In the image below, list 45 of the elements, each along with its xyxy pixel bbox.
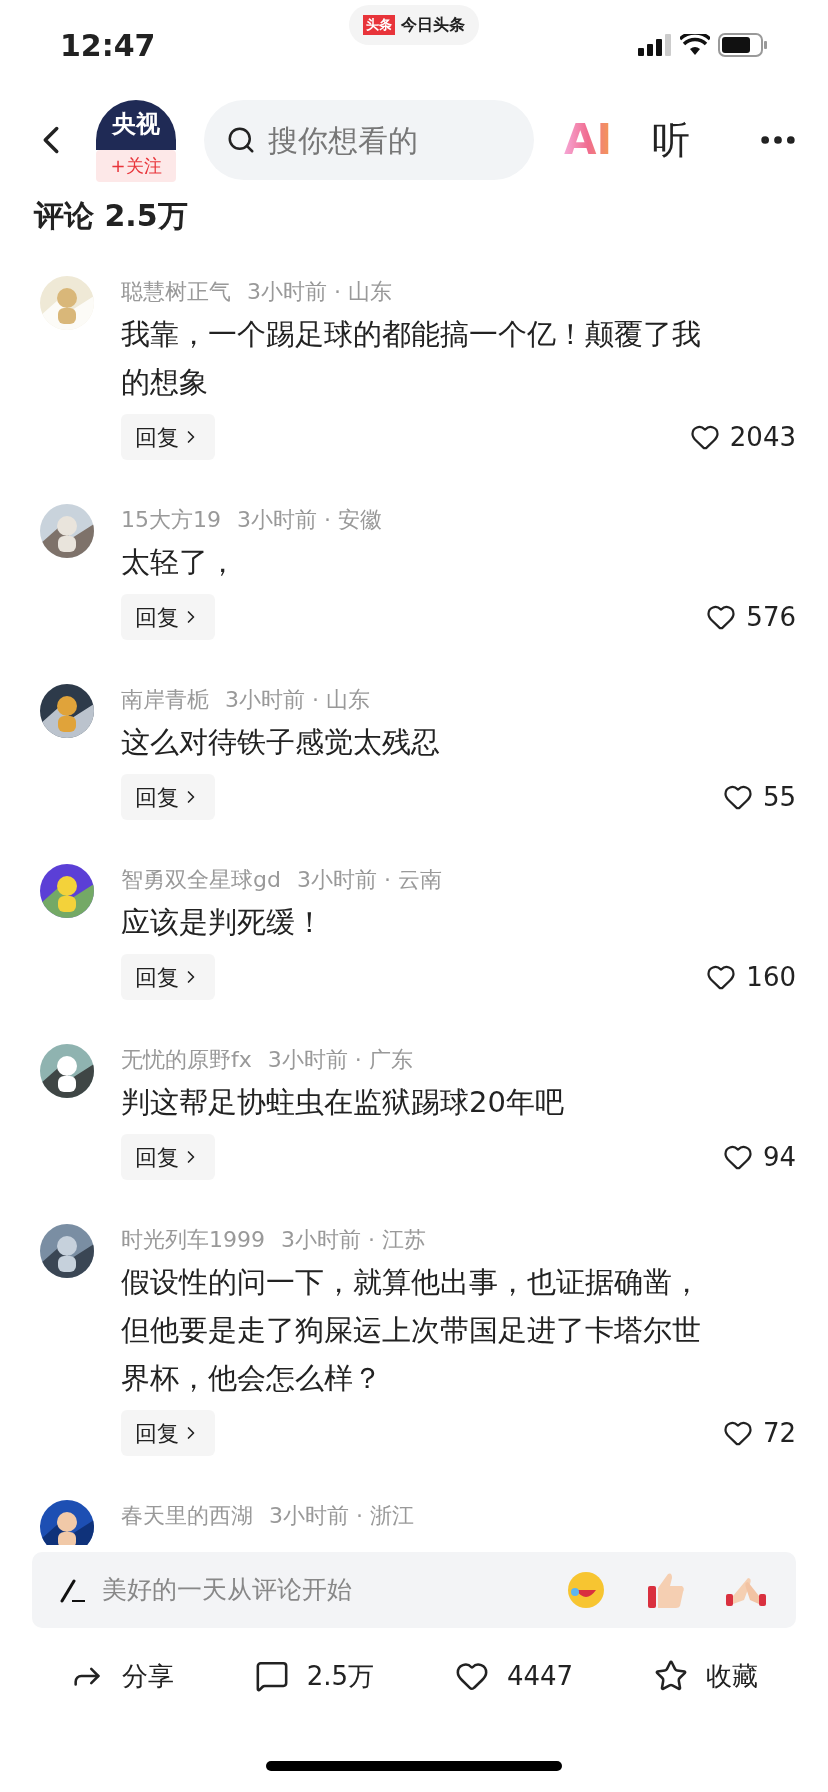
search-field[interactable]: 搜你想看的 xyxy=(204,100,534,180)
reply-button[interactable]: 回复 xyxy=(121,414,215,460)
comment-icon xyxy=(254,1659,289,1693)
reply-button[interactable]: 回复 xyxy=(121,1134,215,1180)
follow-button[interactable]: +关注 xyxy=(96,150,176,182)
comment-meta: 3小时前 · 云南 xyxy=(296,865,442,894)
comment-text: 假设性的问一下，就算他出事，也证据确凿，但他要是走了狗屎运上次带国足进了卡塔尔世界杯，他会怎么样？ xyxy=(121,1264,701,1397)
battery-icon xyxy=(718,33,768,57)
share-action[interactable]: 分享 xyxy=(70,1656,174,1696)
comment-meta: 3小时前 · 安徽 xyxy=(237,505,382,534)
wifi-icon xyxy=(680,34,710,56)
comment-text: 我靠，一个踢足球的都能搞一个亿！颠覆了我的想象 xyxy=(121,316,701,401)
pen-icon xyxy=(60,1577,86,1603)
like-button[interactable]: 2043 xyxy=(689,417,796,457)
comment-text: 判这帮足协蛀虫在监狱踢球20年吧 xyxy=(121,1084,565,1121)
reply-button[interactable]: 回复 xyxy=(121,594,215,640)
comment-meta: 3小时前 · 浙江 xyxy=(269,1501,414,1530)
search-icon xyxy=(226,125,256,155)
comment-meta: 3小时前 · 广东 xyxy=(267,1045,413,1074)
app-logo: 头条 xyxy=(363,15,395,35)
like-button[interactable]: 94 xyxy=(722,1137,796,1177)
like-action[interactable]: 4447 xyxy=(455,1656,574,1696)
star-icon xyxy=(653,1659,688,1693)
comments-title: 评论 2.5万 xyxy=(34,196,188,235)
comment-meta: 3小时前 · 江苏 xyxy=(281,1225,426,1254)
status-time: 12:47 xyxy=(60,26,157,65)
comment-meta: 3小时前 · 山东 xyxy=(225,685,370,714)
reply-button[interactable]: 回复 xyxy=(121,774,215,820)
comment-text: 应该是判死缓！ xyxy=(121,904,325,941)
like-button[interactable]: 576 xyxy=(706,597,796,637)
like-button[interactable]: 72 xyxy=(722,1413,796,1453)
like-button[interactable]: 55 xyxy=(722,777,796,817)
comment-text: 太轻了， xyxy=(121,544,238,581)
signal-icon xyxy=(638,34,672,56)
reply-button[interactable]: 回复 xyxy=(121,1410,215,1456)
like-button[interactable]: 160 xyxy=(706,957,796,997)
comment-text: 这么对待铁子感觉太残忍 xyxy=(121,724,441,761)
app-name: 今日头条 xyxy=(401,14,465,36)
channel-avatar[interactable]: 央视 xyxy=(96,100,176,150)
listen-button[interactable]: 听 xyxy=(652,121,691,159)
reply-button[interactable]: 回复 xyxy=(121,954,215,1000)
comment-action[interactable]: 2.5万 xyxy=(254,1656,375,1696)
favorite-action[interactable]: 收藏 xyxy=(653,1656,758,1696)
laughing-face-icon[interactable] xyxy=(566,1570,606,1610)
comment-meta: 3小时前 · 山东 xyxy=(247,277,392,306)
